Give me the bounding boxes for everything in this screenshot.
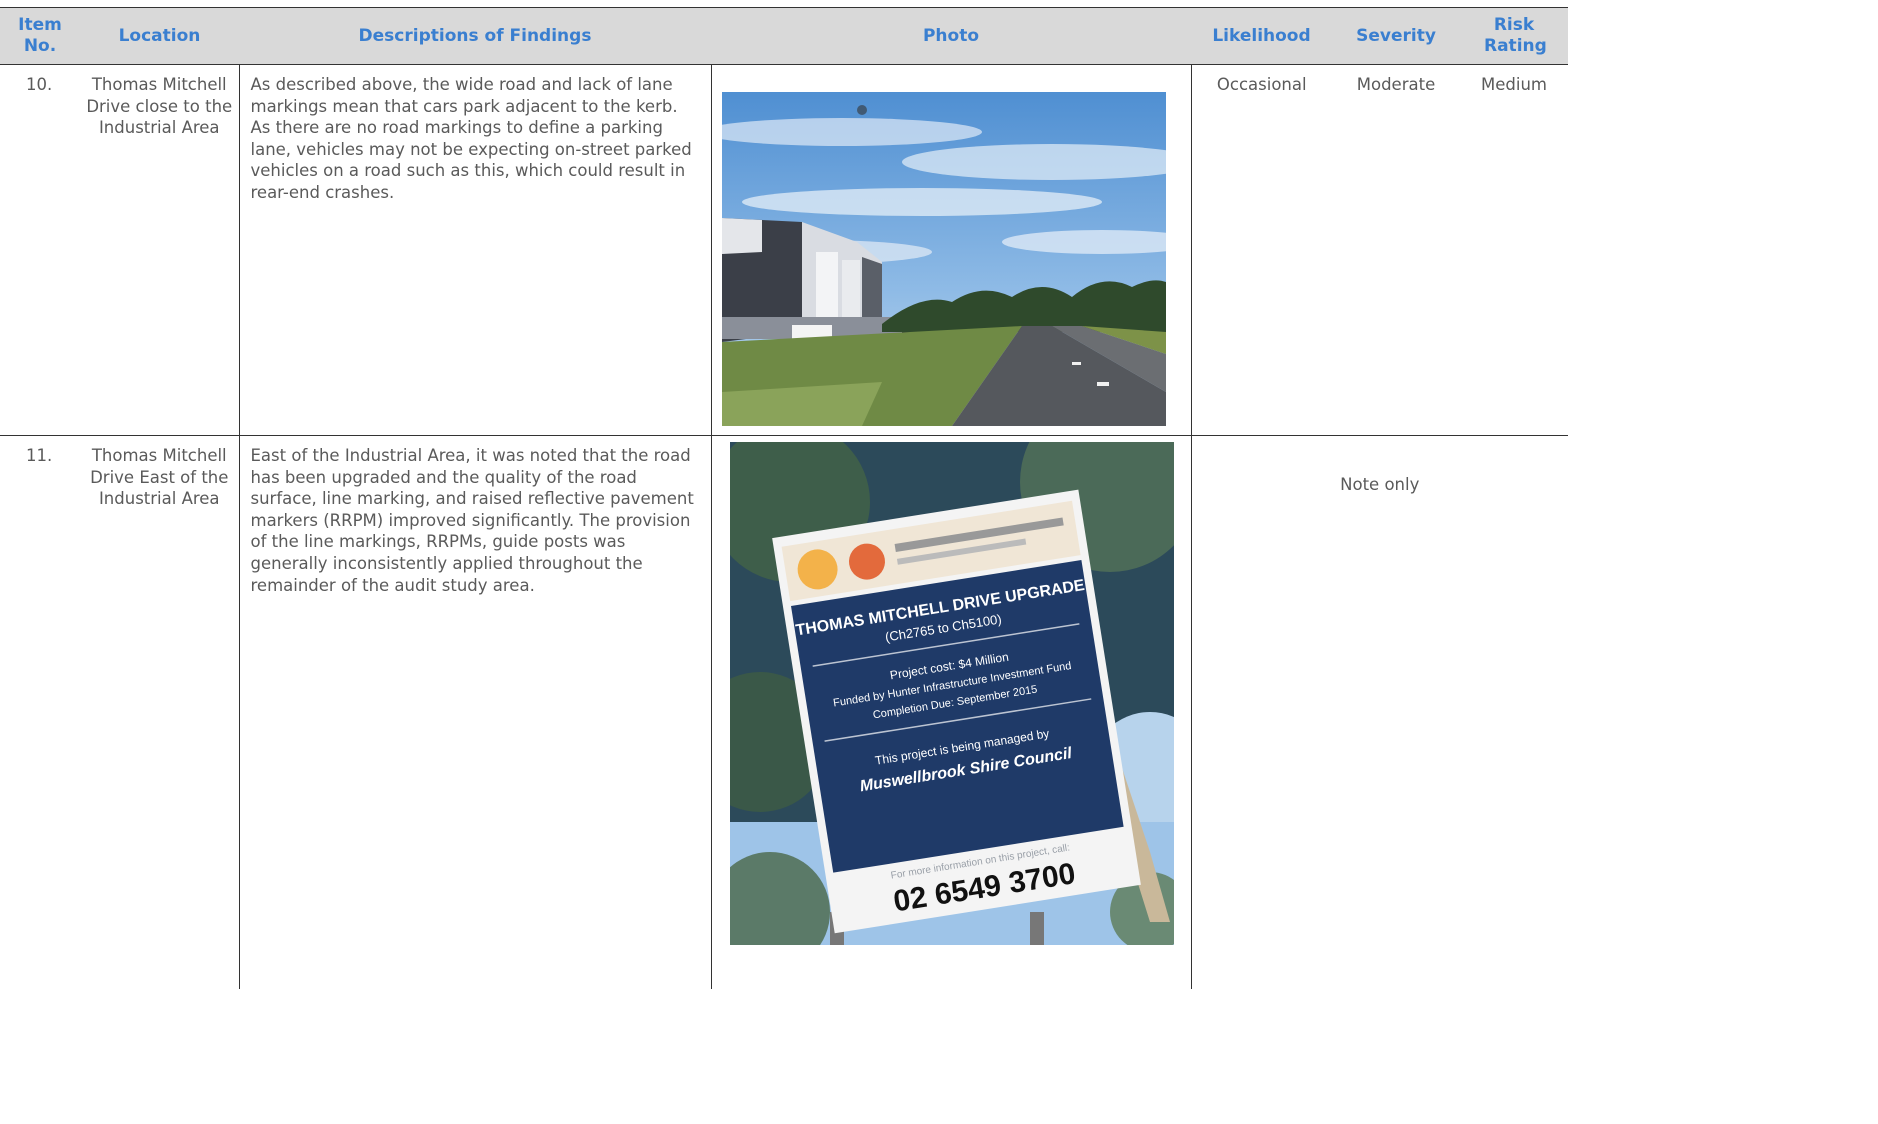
risk-rating-cell: Medium — [1460, 64, 1568, 436]
photo-cell: THOMAS MITCHELL DRIVE UPGRADE (Ch2765 to… — [711, 435, 1192, 989]
note-cell: Note only — [1340, 475, 1420, 494]
table-row: 10. Thomas Mitchell Drive close to the I… — [0, 64, 1568, 436]
header-location: Location — [80, 7, 239, 65]
item-number: 11. — [26, 446, 53, 465]
header-description: Descriptions of Findings — [239, 7, 711, 65]
table-row: 11. Thomas Mitchell Drive East of the In… — [0, 435, 1568, 989]
location-cell: Thomas Mitchell Drive East of the Indust… — [80, 435, 240, 989]
photo-cell — [711, 64, 1192, 436]
description-cell: East of the Industrial Area, it was note… — [239, 435, 712, 989]
header-likelihood: Likelihood — [1191, 7, 1332, 65]
upgrade-sign-photo: THOMAS MITCHELL DRIVE UPGRADE (Ch2765 to… — [729, 442, 1174, 945]
header-risk-rating: Risk Rating — [1460, 7, 1568, 65]
header-photo: Photo — [711, 7, 1191, 65]
industrial-road-photo — [721, 92, 1166, 426]
likelihood-cell: Occasional — [1191, 64, 1332, 436]
table-header-row: Item No. Location Descriptions of Findin… — [0, 7, 1568, 65]
item-number: 10. — [0, 64, 80, 436]
findings-table: Item No. Location Descriptions of Findin… — [0, 7, 1568, 989]
header-item-no: Item No. — [0, 7, 80, 65]
location-cell: Thomas Mitchell Drive close to the Indus… — [80, 64, 240, 436]
description-cell: As described above, the wide road and la… — [239, 64, 712, 436]
severity-cell: Moderate — [1332, 64, 1460, 436]
header-severity: Severity — [1332, 7, 1460, 65]
